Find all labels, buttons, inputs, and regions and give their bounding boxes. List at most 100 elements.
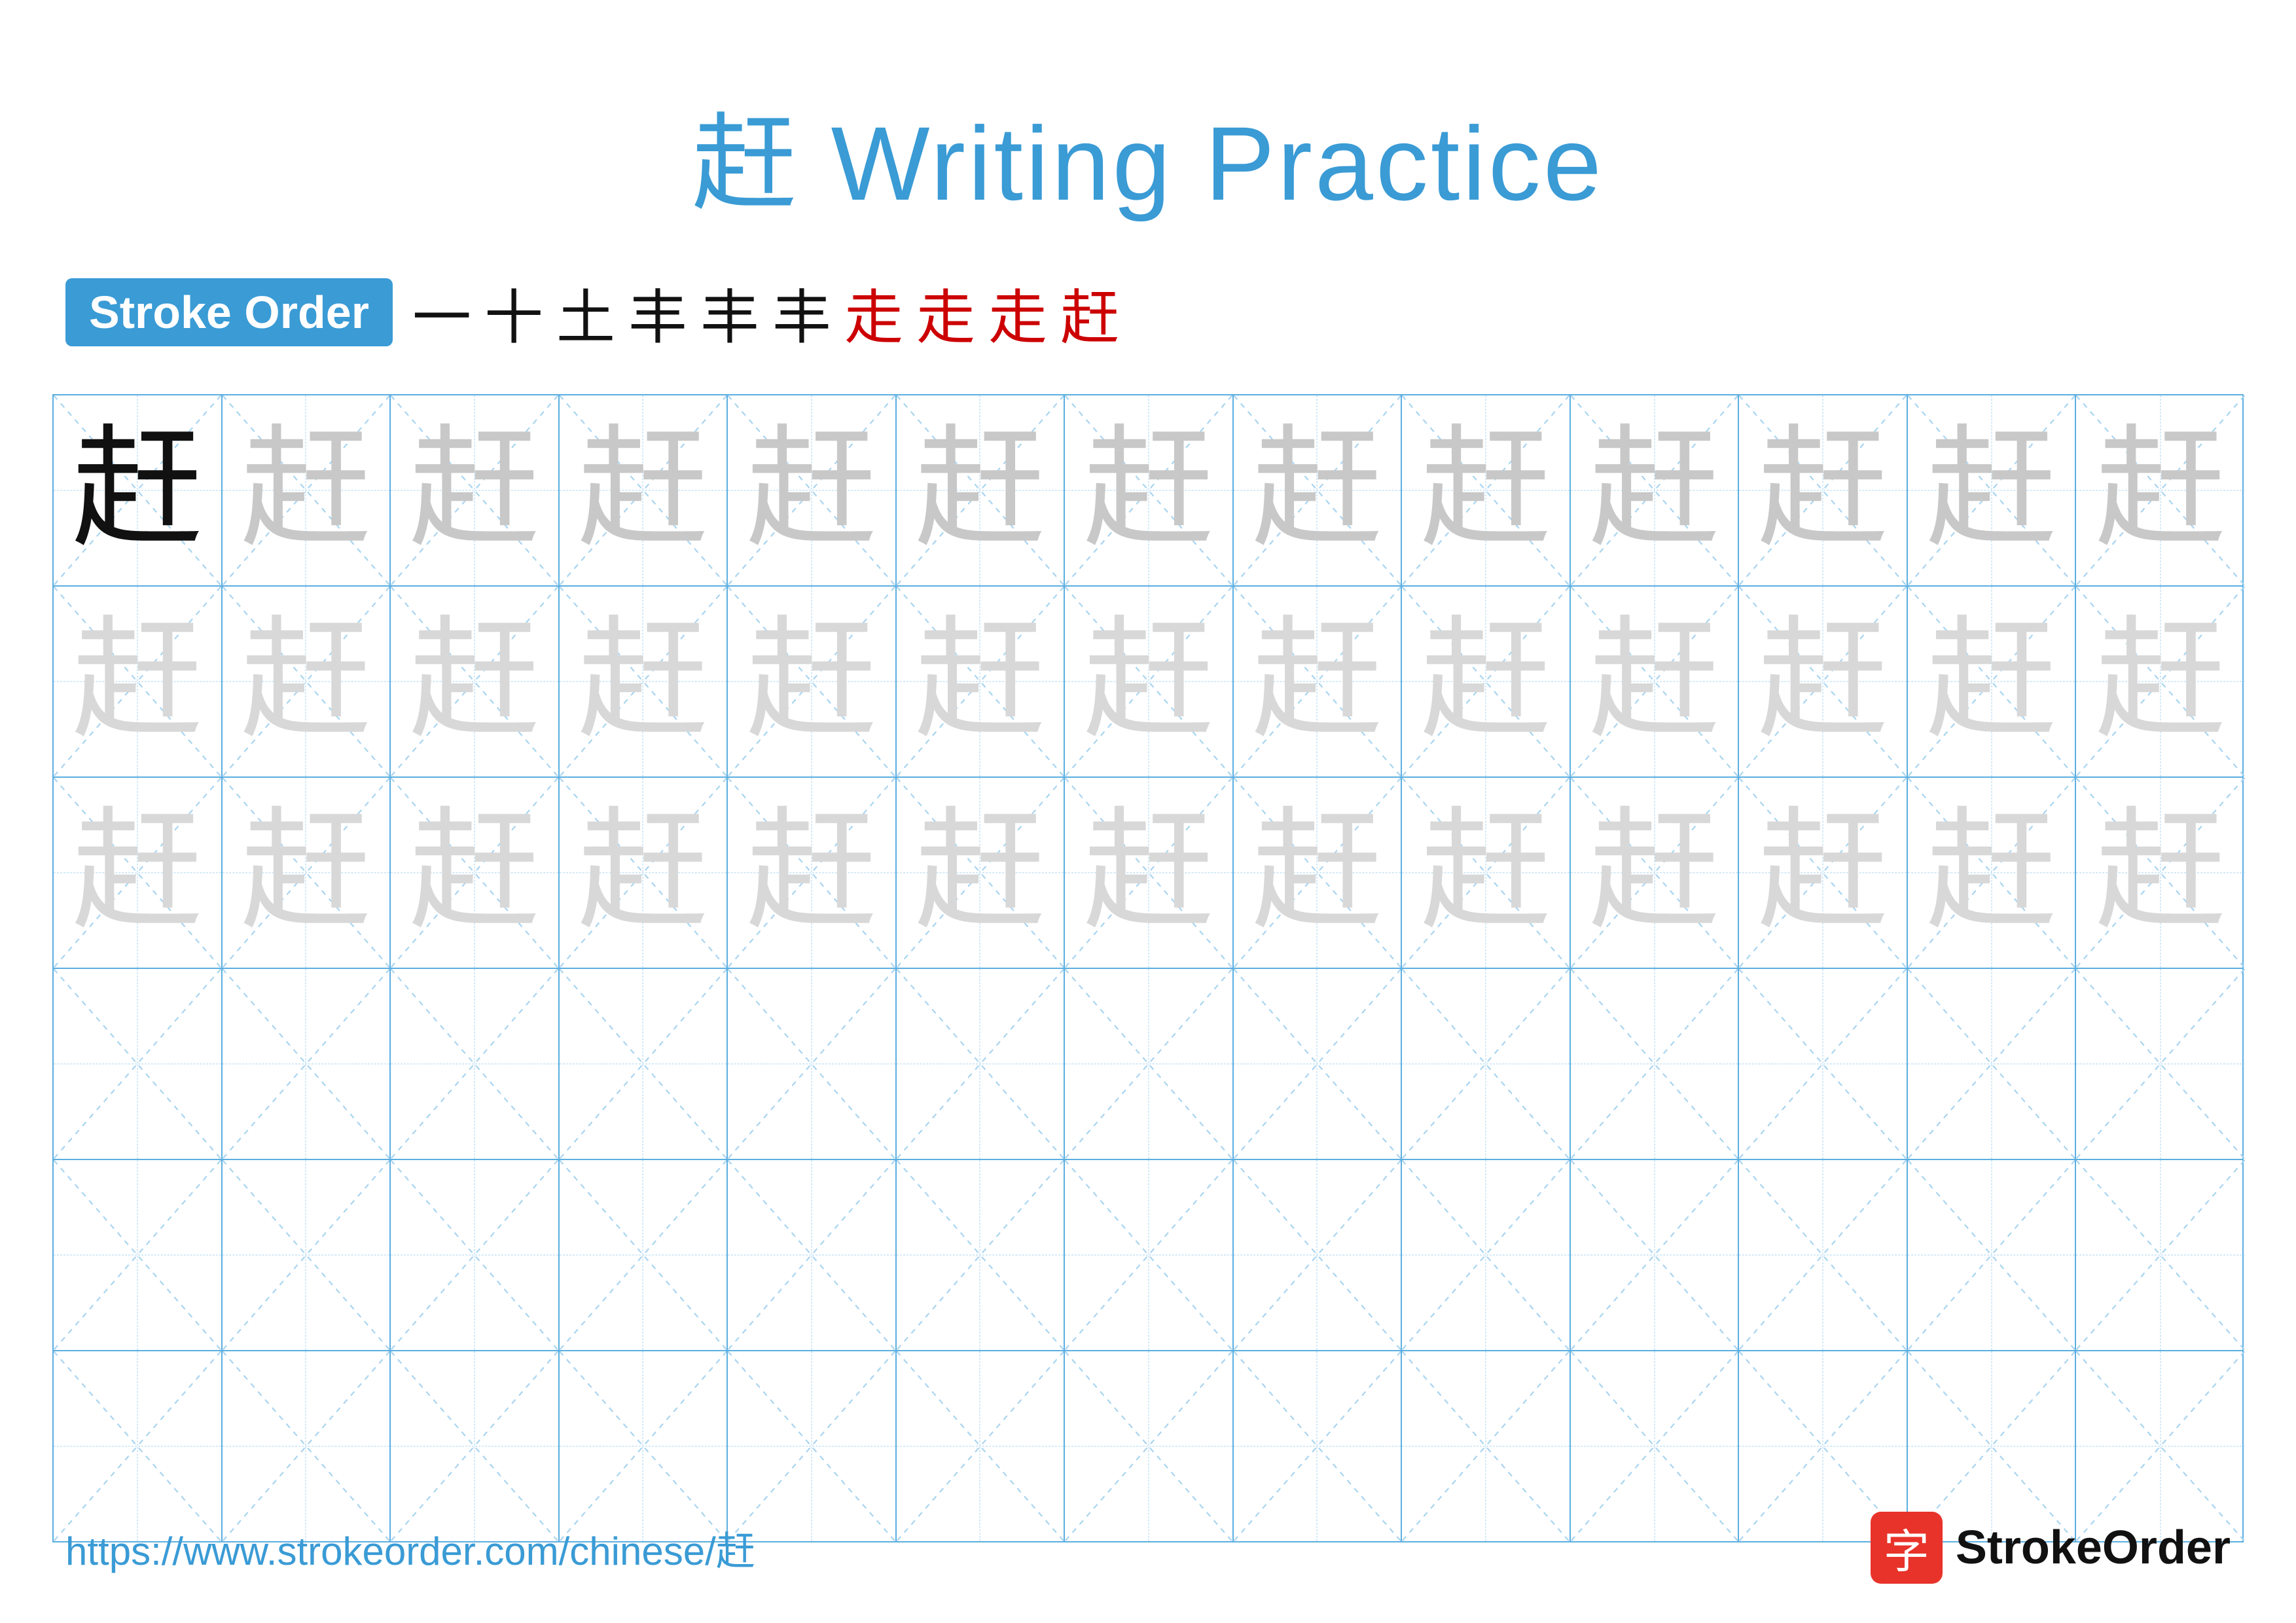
grid-cell-5-10[interactable] bbox=[1571, 1160, 1740, 1350]
grid-cell-5-1[interactable] bbox=[54, 1160, 223, 1350]
grid-cell-1-5[interactable]: 赶 bbox=[728, 395, 897, 585]
stroke-1: 一 bbox=[412, 270, 471, 355]
grid-cell-4-12[interactable] bbox=[1908, 969, 2077, 1159]
grid-cell-3-9[interactable]: 赶 bbox=[1402, 778, 1571, 968]
char-guide: 赶 bbox=[1083, 425, 1214, 556]
grid-cell-2-5[interactable]: 赶 bbox=[728, 587, 897, 776]
grid-cell-5-2[interactable] bbox=[223, 1160, 391, 1350]
char-light: 赶 bbox=[240, 807, 371, 938]
logo-text: StrokeOrder bbox=[1956, 1521, 2231, 1575]
grid-cell-1-13[interactable]: 赶 bbox=[2076, 395, 2245, 585]
grid-cell-4-7[interactable] bbox=[1065, 969, 1234, 1159]
title-char: 赶 bbox=[692, 105, 799, 222]
grid-cell-2-8[interactable]: 赶 bbox=[1234, 587, 1403, 776]
grid-cell-2-1[interactable]: 赶 bbox=[54, 587, 223, 776]
grid-cell-4-3[interactable] bbox=[391, 969, 560, 1159]
stroke-7: 走 bbox=[844, 270, 903, 355]
grid-cell-2-4[interactable]: 赶 bbox=[560, 587, 728, 776]
grid-cell-1-10[interactable]: 赶 bbox=[1571, 395, 1740, 585]
grid-cell-5-12[interactable] bbox=[1908, 1160, 2077, 1350]
grid-cell-1-2[interactable]: 赶 bbox=[223, 395, 391, 585]
grid-cell-4-1[interactable] bbox=[54, 969, 223, 1159]
grid-cell-3-8[interactable]: 赶 bbox=[1234, 778, 1403, 968]
char-light: 赶 bbox=[1420, 616, 1551, 747]
grid-cell-3-10[interactable]: 赶 bbox=[1571, 778, 1740, 968]
grid-cell-3-13[interactable]: 赶 bbox=[2076, 778, 2245, 968]
char-guide: 赶 bbox=[409, 425, 540, 556]
stroke-2: 十 bbox=[484, 270, 543, 355]
grid-cell-3-3[interactable]: 赶 bbox=[391, 778, 560, 968]
grid-cell-5-9[interactable] bbox=[1402, 1160, 1571, 1350]
char-light: 赶 bbox=[746, 616, 877, 747]
char-light: 赶 bbox=[409, 807, 540, 938]
grid-cell-3-4[interactable]: 赶 bbox=[560, 778, 728, 968]
grid-cell-4-2[interactable] bbox=[223, 969, 391, 1159]
grid-cell-5-13[interactable] bbox=[2076, 1160, 2245, 1350]
footer-logo: 字 StrokeOrder bbox=[1871, 1512, 2231, 1584]
char-light: 赶 bbox=[2095, 616, 2226, 747]
grid-cell-4-5[interactable] bbox=[728, 969, 897, 1159]
grid-cell-2-13[interactable]: 赶 bbox=[2076, 587, 2245, 776]
grid-cell-1-4[interactable]: 赶 bbox=[560, 395, 728, 585]
grid-cell-3-7[interactable]: 赶 bbox=[1065, 778, 1234, 968]
grid-cell-1-12[interactable]: 赶 bbox=[1908, 395, 2077, 585]
grid-cell-2-3[interactable]: 赶 bbox=[391, 587, 560, 776]
footer: https://www.strokeorder.com/chinese/赶 字 … bbox=[65, 1512, 2231, 1584]
char-guide: 赶 bbox=[577, 425, 708, 556]
grid-cell-5-11[interactable] bbox=[1739, 1160, 1908, 1350]
char-light: 赶 bbox=[1251, 807, 1382, 938]
grid-cell-2-2[interactable]: 赶 bbox=[223, 587, 391, 776]
char-light: 赶 bbox=[1420, 807, 1551, 938]
grid-cell-4-9[interactable] bbox=[1402, 969, 1571, 1159]
grid-cell-1-6[interactable]: 赶 bbox=[897, 395, 1066, 585]
grid-cell-5-3[interactable] bbox=[391, 1160, 560, 1350]
grid-cell-2-11[interactable]: 赶 bbox=[1739, 587, 1908, 776]
grid-cell-5-8[interactable] bbox=[1234, 1160, 1403, 1350]
stroke-8: 走 bbox=[916, 270, 975, 355]
logo-char: 字 bbox=[1884, 1515, 1929, 1581]
stroke-3: 土 bbox=[556, 270, 615, 355]
grid-cell-3-11[interactable]: 赶 bbox=[1739, 778, 1908, 968]
grid-cell-2-12[interactable]: 赶 bbox=[1908, 587, 2077, 776]
grid-cell-5-6[interactable] bbox=[897, 1160, 1066, 1350]
grid-cell-4-11[interactable] bbox=[1739, 969, 1908, 1159]
grid-row-4 bbox=[54, 969, 2242, 1160]
grid-cell-1-11[interactable]: 赶 bbox=[1739, 395, 1908, 585]
grid-cell-3-5[interactable]: 赶 bbox=[728, 778, 897, 968]
grid-cell-1-3[interactable]: 赶 bbox=[391, 395, 560, 585]
char-light: 赶 bbox=[2095, 807, 2226, 938]
char-guide: 赶 bbox=[240, 425, 371, 556]
grid-cell-4-13[interactable] bbox=[2076, 969, 2245, 1159]
stroke-order-badge: Stroke Order bbox=[65, 278, 393, 346]
grid-cell-1-7[interactable]: 赶 bbox=[1065, 395, 1234, 585]
grid-cell-3-12[interactable]: 赶 bbox=[1908, 778, 2077, 968]
grid-cell-1-8[interactable]: 赶 bbox=[1234, 395, 1403, 585]
grid-cell-5-4[interactable] bbox=[560, 1160, 728, 1350]
grid-row-1: 赶 赶 赶 赶 赶 赶 赶 赶 bbox=[54, 395, 2242, 587]
grid-cell-4-10[interactable] bbox=[1571, 969, 1740, 1159]
grid-cell-4-4[interactable] bbox=[560, 969, 728, 1159]
char-guide: 赶 bbox=[1757, 425, 1888, 556]
grid-cell-1-9[interactable]: 赶 bbox=[1402, 395, 1571, 585]
grid-cell-4-8[interactable] bbox=[1234, 969, 1403, 1159]
grid-cell-3-6[interactable]: 赶 bbox=[897, 778, 1066, 968]
char-light: 赶 bbox=[746, 807, 877, 938]
grid-cell-2-7[interactable]: 赶 bbox=[1065, 587, 1234, 776]
grid-cell-5-7[interactable] bbox=[1065, 1160, 1234, 1350]
grid-cell-1-1[interactable]: 赶 bbox=[54, 395, 223, 585]
grid-cell-5-5[interactable] bbox=[728, 1160, 897, 1350]
grid-cell-2-6[interactable]: 赶 bbox=[897, 587, 1066, 776]
grid-cell-2-9[interactable]: 赶 bbox=[1402, 587, 1571, 776]
char-light: 赶 bbox=[577, 807, 708, 938]
char-light: 赶 bbox=[1083, 616, 1214, 747]
char-light: 赶 bbox=[1757, 807, 1888, 938]
char-guide: 赶 bbox=[1926, 425, 2057, 556]
footer-url[interactable]: https://www.strokeorder.com/chinese/赶 bbox=[65, 1520, 755, 1577]
grid-cell-3-1[interactable]: 赶 bbox=[54, 778, 223, 968]
char-light: 赶 bbox=[1589, 616, 1720, 747]
grid-cell-3-2[interactable]: 赶 bbox=[223, 778, 391, 968]
page-title: 赶 Writing Practice bbox=[0, 0, 2296, 230]
grid-cell-2-10[interactable]: 赶 bbox=[1571, 587, 1740, 776]
grid-row-2: 赶 赶 赶 赶 赶 赶 赶 赶 bbox=[54, 587, 2242, 778]
grid-cell-4-6[interactable] bbox=[897, 969, 1066, 1159]
